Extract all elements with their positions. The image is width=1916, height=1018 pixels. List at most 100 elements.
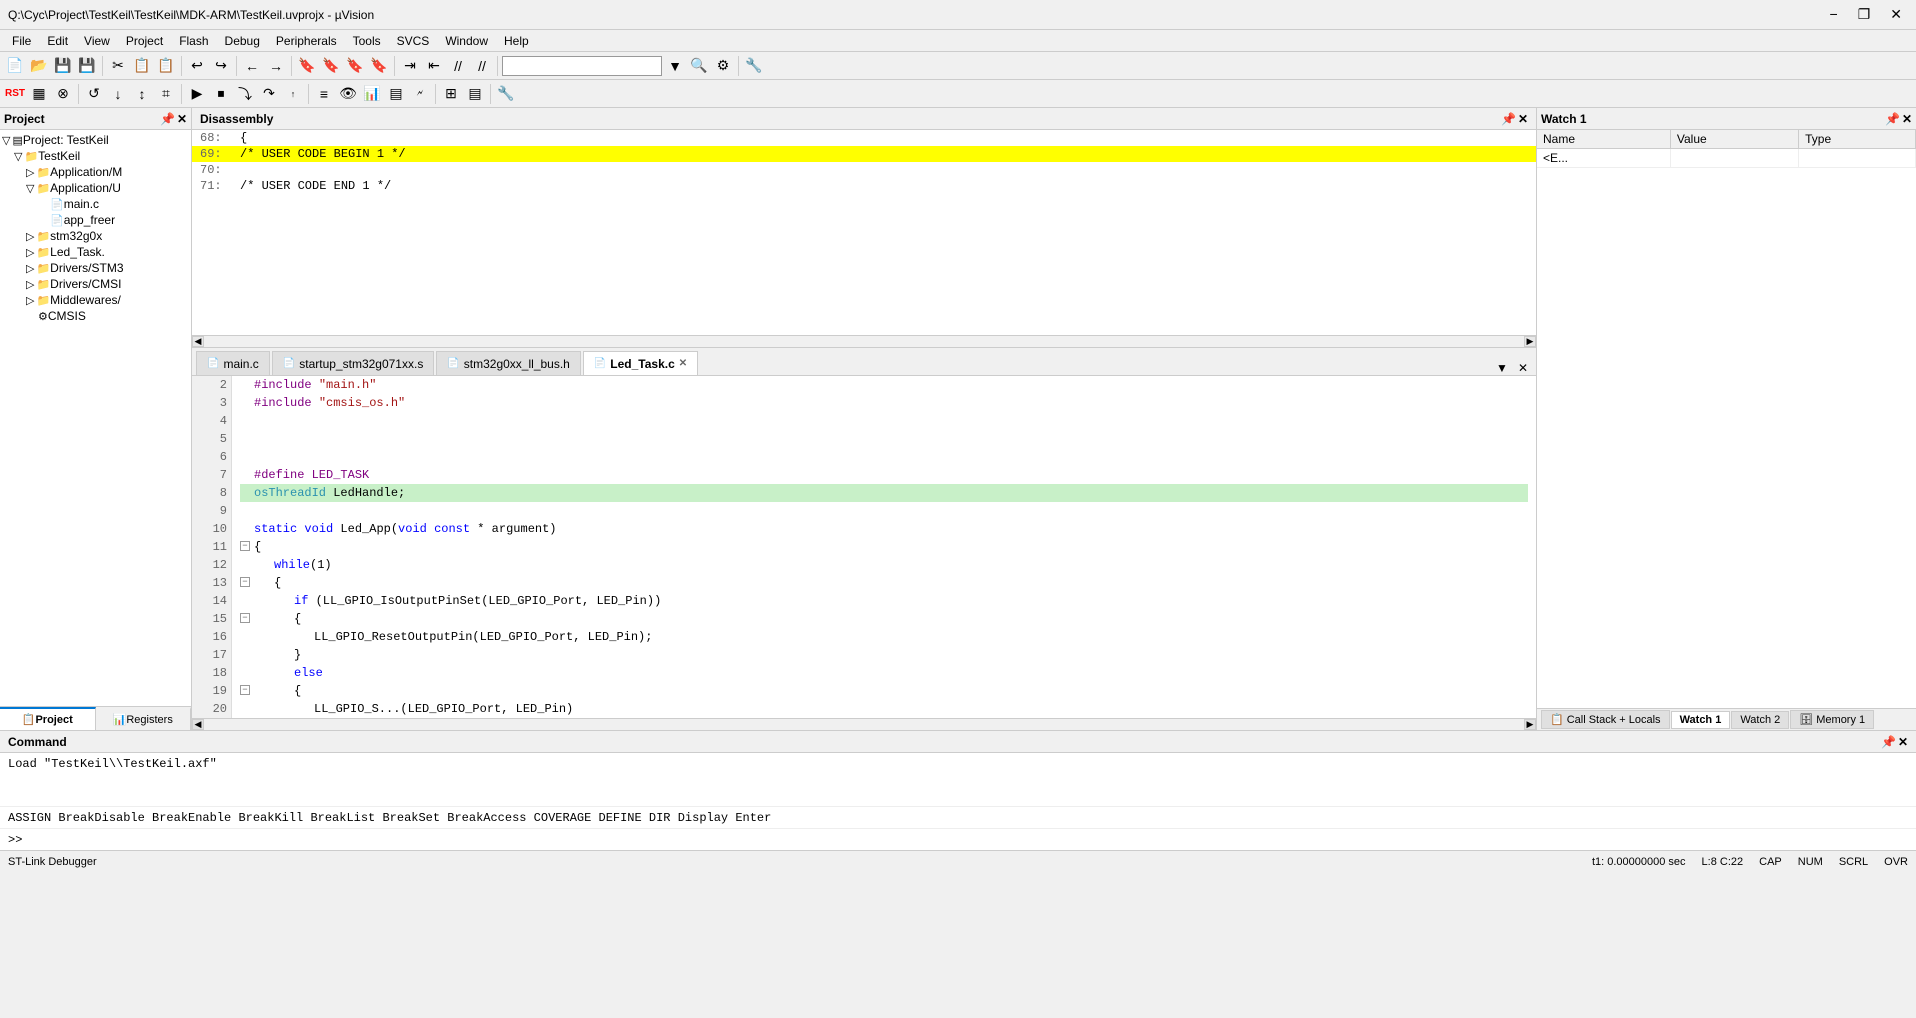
tree-item-mainc[interactable]: 📄 main.c (2, 196, 189, 212)
cut-button[interactable]: ✂ (107, 55, 129, 77)
debug-dbtn2[interactable]: 🗲 (409, 83, 431, 105)
tree-item-testkeil[interactable]: ▽ 📁 TestKeil (2, 148, 189, 164)
ledtask-tab-close[interactable]: ✕ (679, 358, 687, 369)
command-close-button[interactable]: ✕ (1898, 735, 1908, 749)
debug-dbtn1[interactable]: ▤ (385, 83, 407, 105)
dis-nav-right[interactable]: ▶ (1524, 336, 1536, 347)
reset-button[interactable]: RST (4, 83, 26, 105)
fold-19-button[interactable]: − (240, 685, 250, 695)
debug-btn6[interactable]: ⌗ (155, 83, 177, 105)
minimize-button[interactable]: − (1824, 6, 1844, 23)
hscroll-thumb[interactable] (204, 719, 1524, 730)
code-content[interactable]: #include "main.h" #include "cmsis_os.h" … (232, 376, 1536, 718)
debug-cfg1[interactable]: ⊞ (440, 83, 462, 105)
menu-tools[interactable]: Tools (345, 32, 389, 50)
watch-value-1[interactable] (1670, 149, 1798, 168)
editor-hscroll[interactable]: ◀ ▶ (192, 718, 1536, 730)
comment-button[interactable]: // (447, 55, 469, 77)
menu-flash[interactable]: Flash (171, 32, 216, 50)
disassembly-close-button[interactable]: ✕ (1518, 112, 1528, 126)
fold-15-button[interactable]: − (240, 613, 250, 623)
project-tab-project[interactable]: 📋 Project (0, 707, 96, 730)
hscroll-right[interactable]: ▶ (1524, 719, 1536, 730)
tree-item-drvcmsi[interactable]: ▷ 📁 Drivers/CMSI (2, 276, 189, 292)
project-pin-button[interactable]: 📌 (160, 112, 175, 126)
debug-btn2[interactable]: ⊗ (52, 83, 74, 105)
tree-item-middlewares[interactable]: ▷ 📁 Middlewares/ (2, 292, 189, 308)
editor-tab-startup[interactable]: 📄 startup_stm32g071xx.s (272, 351, 435, 375)
menu-debug[interactable]: Debug (217, 32, 268, 50)
tree-item-appfree[interactable]: 📄 app_freer (2, 212, 189, 228)
fold-11-button[interactable]: − (240, 541, 250, 551)
dis-nav-left[interactable]: ◀ (192, 336, 204, 347)
debug-step-out[interactable]: ↑ (282, 83, 304, 105)
watch-btab-watch1[interactable]: Watch 1 (1671, 711, 1731, 729)
menu-svcs[interactable]: SVCS (389, 32, 438, 50)
editor-tab-ledtask[interactable]: 📄 Led_Task.c ✕ (583, 351, 698, 375)
copy-button[interactable]: 📋 (131, 55, 153, 77)
undo-button[interactable]: ↩ (186, 55, 208, 77)
tree-item-stm32[interactable]: ▷ 📁 stm32g0x (2, 228, 189, 244)
menu-edit[interactable]: Edit (39, 32, 76, 50)
project-tab-registers[interactable]: 📊 Registers (96, 707, 192, 730)
open-file-button[interactable]: 📂 (28, 55, 50, 77)
editor-tab-mainc[interactable]: 📄 main.c (196, 351, 270, 375)
tree-item-appm[interactable]: ▷ 📁 Application/M (2, 164, 189, 180)
project-close-button[interactable]: ✕ (177, 112, 187, 126)
tree-item-drvstm[interactable]: ▷ 📁 Drivers/STM3 (2, 260, 189, 276)
command-pin-button[interactable]: 📌 (1881, 735, 1896, 749)
watch-btab-watch2[interactable]: Watch 2 (1731, 711, 1789, 729)
watch-name-1[interactable]: <E... (1537, 149, 1670, 168)
tree-item-ledtask[interactable]: ▷ 📁 Led_Task. (2, 244, 189, 260)
nav-forward-button[interactable]: → (265, 55, 287, 77)
bookmark2-button[interactable]: 🔖 (320, 55, 342, 77)
debug-btn1[interactable]: ▦ (28, 83, 50, 105)
menu-view[interactable]: View (76, 32, 118, 50)
indent-button[interactable]: ⇥ (399, 55, 421, 77)
new-file-button[interactable]: 📄 (4, 55, 26, 77)
watch-btab-callstack[interactable]: 📋 Call Stack + Locals (1541, 710, 1670, 729)
debug-setup[interactable]: 🔧 (495, 83, 517, 105)
menu-help[interactable]: Help (496, 32, 537, 50)
function-dropdown[interactable]: ModbusAddrOffset (502, 56, 662, 76)
save-all-button[interactable]: 💾 (76, 55, 98, 77)
hscroll-left[interactable]: ◀ (192, 719, 204, 730)
debug-mem[interactable]: ≡ (313, 83, 335, 105)
tree-item-cmsis[interactable]: ⚙ CMSIS (2, 308, 189, 324)
debug-step[interactable]: ⤵ (234, 83, 256, 105)
disassembly-pin-button[interactable]: 📌 (1501, 112, 1516, 126)
watch-close-button[interactable]: ✕ (1902, 112, 1912, 126)
bookmark4-button[interactable]: 🔖 (368, 55, 390, 77)
watch-pin-button[interactable]: 📌 (1885, 112, 1900, 126)
uncomment-button[interactable]: // (471, 55, 493, 77)
close-button[interactable]: ✕ (1884, 6, 1908, 23)
debug-btn4[interactable]: ↓ (107, 83, 129, 105)
command-input[interactable] (22, 833, 1908, 847)
paste-button[interactable]: 📋 (155, 55, 177, 77)
bookmark1-button[interactable]: 🔖 (296, 55, 318, 77)
editor-tab-bus[interactable]: 📄 stm32g0xx_ll_bus.h (436, 351, 581, 375)
fold-13-button[interactable]: − (240, 577, 250, 587)
debug-watch[interactable]: 👁 (337, 83, 359, 105)
unindent-button[interactable]: ⇤ (423, 55, 445, 77)
menu-peripherals[interactable]: Peripherals (268, 32, 345, 50)
tabs-overflow-button[interactable]: ▼ (1492, 361, 1512, 375)
run-button[interactable]: ⚙ (712, 55, 734, 77)
debug-btn3[interactable]: ↺ (83, 83, 105, 105)
settings-button[interactable]: 🔧 (743, 55, 765, 77)
editor-content[interactable]: 2 3 4 5 6 7 8 9 10 11 12 13 14 15 16 17 (192, 376, 1536, 718)
maximize-button[interactable]: ❐ (1852, 6, 1877, 23)
nav-back-button[interactable]: ← (241, 55, 263, 77)
save-button[interactable]: 💾 (52, 55, 74, 77)
tree-item-appu[interactable]: ▽ 📁 Application/U (2, 180, 189, 196)
menu-project[interactable]: Project (118, 32, 171, 50)
watch-btab-memory1[interactable]: 🗄 Memory 1 (1790, 710, 1874, 729)
menu-file[interactable]: File (4, 32, 39, 50)
tree-item-project[interactable]: ▽ ▤ Project: TestKeil (2, 132, 189, 148)
dropdown-arrow[interactable]: ▼ (664, 55, 686, 77)
editor-area-close-button[interactable]: ✕ (1514, 361, 1532, 375)
watch-row-1[interactable]: <E... (1537, 149, 1916, 168)
debug-run[interactable]: ▶ (186, 83, 208, 105)
search-button[interactable]: 🔍 (688, 55, 710, 77)
debug-btn5[interactable]: ↕ (131, 83, 153, 105)
